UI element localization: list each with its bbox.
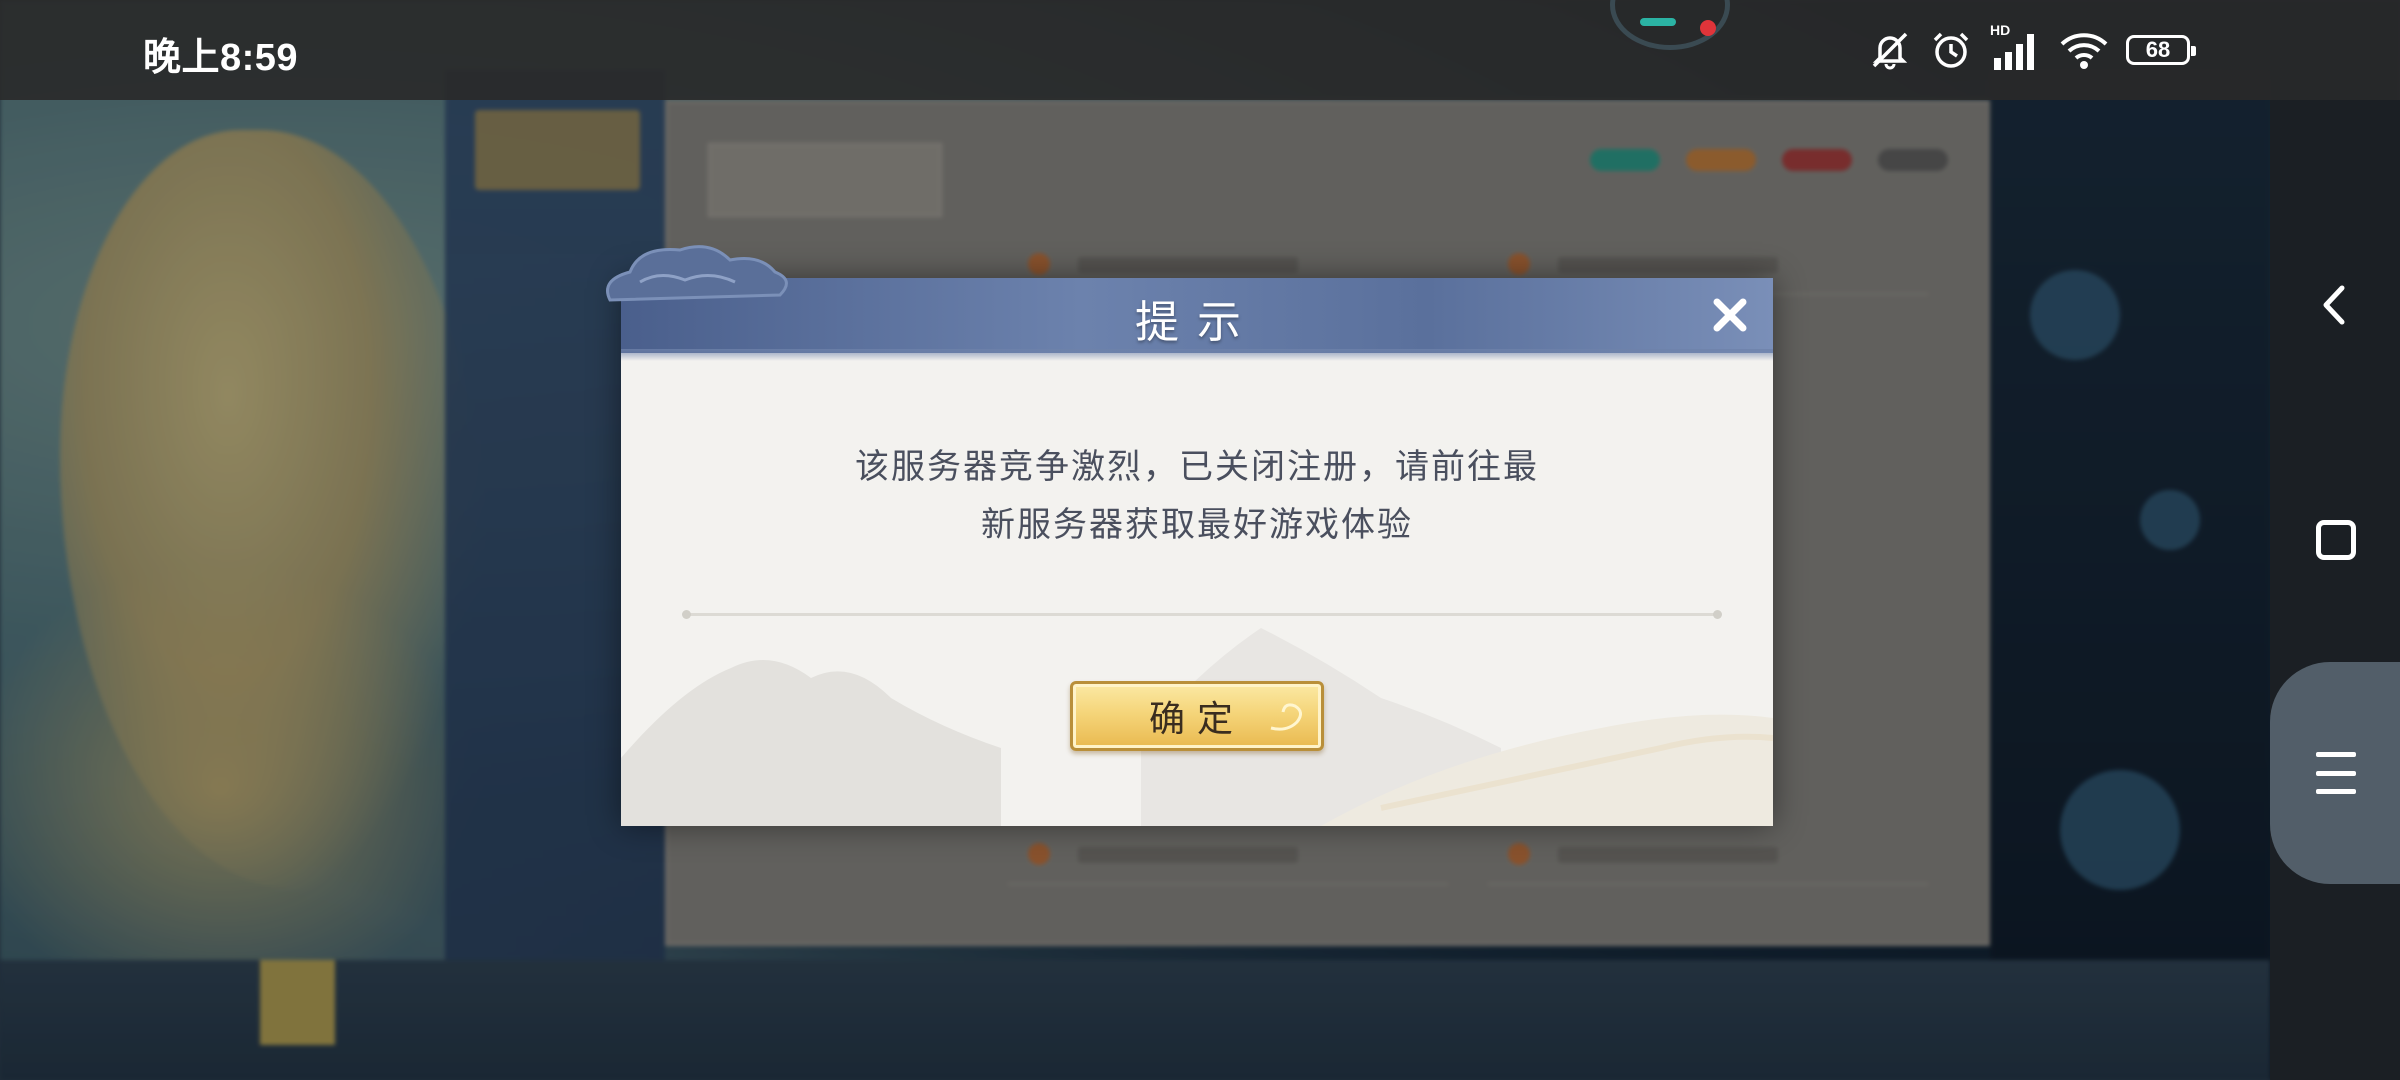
mute-icon (1872, 32, 1908, 70)
dialog-divider (682, 610, 1722, 619)
recording-dot (1700, 20, 1716, 36)
close-icon[interactable] (1705, 290, 1755, 340)
camera-indicator (1640, 18, 1676, 26)
status-bar: 晚上8:59 HD 68 (0, 0, 2400, 100)
status-icons: HD 68 (1868, 22, 2196, 72)
dialog-message: 该服务器竞争激烈，已关闭注册，请前往最 新服务器获取最好游戏体验 (621, 438, 1773, 554)
confirm-button[interactable]: 确定 (1070, 681, 1324, 751)
swirl-ornament-icon (1270, 703, 1302, 731)
back-icon[interactable] (2310, 280, 2360, 330)
battery-icon: 68 (2126, 35, 2196, 65)
menu-icon[interactable] (2316, 752, 2356, 794)
alarm-icon (1933, 32, 1969, 68)
confirm-button-label: 确定 (1148, 699, 1245, 740)
navigation-bar (2270, 100, 2400, 1080)
signal-icon: HD (1990, 22, 2042, 72)
home-icon[interactable] (2316, 520, 2356, 560)
dialog-message-line2: 新服务器获取最好游戏体验 (981, 505, 1413, 545)
wifi-icon (2060, 33, 2108, 69)
cloud-ornament-icon (606, 245, 788, 302)
status-time: 晚上8:59 (143, 37, 299, 79)
notice-dialog: 提示 该服务器竞争激烈，已关闭注册，请前往最 新服务器获取最好游戏体验 确定 (621, 278, 1773, 826)
dialog-message-line1: 该服务器竞争激烈，已关闭注册，请前往最 (855, 447, 1539, 487)
